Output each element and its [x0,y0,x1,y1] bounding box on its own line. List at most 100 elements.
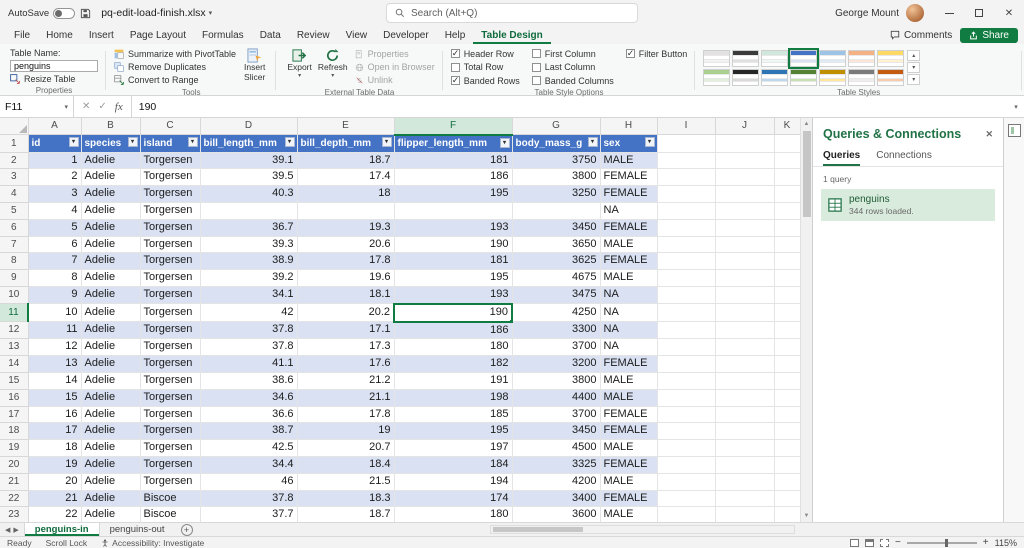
row-header-18[interactable]: 18 [0,423,28,440]
grid-cell[interactable]: 195 [394,270,512,287]
grid-cell[interactable]: Torgersen [140,304,200,322]
grid-cell[interactable] [657,286,715,303]
grid-cell[interactable]: 186 [394,322,512,339]
grid-cell[interactable]: 2 [28,169,81,186]
grid-cell[interactable]: 14 [28,372,81,389]
checkbox-box[interactable] [532,63,541,72]
grid-cell[interactable]: 4675 [512,270,600,287]
grid-cell[interactable]: 4200 [512,473,600,490]
grid-cell[interactable]: FEMALE [600,219,657,236]
grid-cell[interactable]: 38.9 [200,253,297,270]
grid-cell[interactable]: Torgersen [140,322,200,339]
grid-cell[interactable]: 37.7 [200,507,297,522]
grid-cell[interactable] [200,202,297,219]
grid-cell[interactable]: 195 [394,423,512,440]
table-style-thumbnail[interactable] [761,50,788,67]
row-header-23[interactable]: 23 [0,507,28,522]
grid-cell[interactable]: 4 [28,202,81,219]
grid-cell[interactable] [774,440,800,457]
grid-cell[interactable]: 4500 [512,440,600,457]
grid-cell[interactable] [715,135,774,152]
table-style-thumbnail[interactable] [761,69,788,86]
grid-cell[interactable] [715,322,774,339]
grid-cell[interactable]: 37.8 [200,490,297,507]
table-column-header-flipper-length-mm[interactable]: flipper_length_mm▾ [394,135,512,152]
grid-cell[interactable] [657,372,715,389]
grid-cell[interactable]: 18 [297,186,394,203]
grid-cell[interactable] [774,507,800,522]
row-header-3[interactable]: 3 [0,169,28,186]
expand-formula-bar-icon[interactable]: ▾ [1008,96,1024,117]
ribbon-tab-data[interactable]: Data [252,30,289,44]
grid-cell[interactable]: 17 [28,423,81,440]
resize-table-button[interactable]: Resize Table [10,74,98,84]
tab-queries[interactable]: Queries [823,146,860,166]
grid-cell[interactable]: 4400 [512,389,600,406]
grid-cell[interactable]: 7 [28,253,81,270]
column-header-K[interactable]: K [774,118,800,135]
grid-cell[interactable]: Torgersen [140,152,200,169]
grid-cell[interactable] [774,169,800,186]
grid-cell[interactable]: Torgersen [140,236,200,253]
normal-view-button[interactable] [850,539,859,547]
table-style-thumbnail[interactable] [790,69,817,86]
checkbox-first-column[interactable]: First Column [532,48,614,59]
row-header-6[interactable]: 6 [0,219,28,236]
grid-cell[interactable] [715,236,774,253]
grid-cell[interactable]: FEMALE [600,490,657,507]
grid-cell[interactable]: 182 [394,356,512,373]
table-column-header-bill-length-mm[interactable]: bill_length_mm▾ [200,135,297,152]
autosave-toggle[interactable]: AutoSave [8,8,75,19]
grid-cell[interactable]: Torgersen [140,423,200,440]
sheet-nav-left-icon[interactable]: ◀ [5,526,10,534]
grid-cell[interactable]: Torgersen [140,456,200,473]
column-header-C[interactable]: C [140,118,200,135]
grid-cell[interactable]: MALE [600,372,657,389]
grid-cell[interactable] [657,339,715,356]
vertical-scrollbar[interactable]: ▲ ▼ [800,118,812,522]
grid-cell[interactable] [657,473,715,490]
grid-cell[interactable]: Adelie [81,186,140,203]
ribbon-tab-insert[interactable]: Insert [81,30,122,44]
grid-cell[interactable]: 184 [394,456,512,473]
row-header-11[interactable]: 11 [0,304,28,322]
table-style-thumbnail[interactable] [819,69,846,86]
grid-cell[interactable] [715,456,774,473]
grid-cell[interactable]: 191 [394,372,512,389]
grid-cell[interactable]: Adelie [81,219,140,236]
grid-cell[interactable]: Torgersen [140,169,200,186]
grid-cell[interactable]: 21 [28,490,81,507]
row-header-14[interactable]: 14 [0,356,28,373]
grid-cell[interactable] [774,236,800,253]
scroll-up-icon[interactable]: ▲ [801,118,812,130]
zoom-slider[interactable] [907,542,977,544]
grid-cell[interactable] [657,507,715,522]
filter-button-icon[interactable]: ▾ [588,137,598,147]
page-layout-view-button[interactable] [865,539,874,547]
select-all-button[interactable] [0,118,28,135]
table-style-thumbnail[interactable] [703,69,730,86]
grid-cell[interactable]: Torgersen [140,202,200,219]
grid-cell[interactable]: 3450 [512,219,600,236]
grid-cell[interactable]: Adelie [81,456,140,473]
grid-cell[interactable]: Torgersen [140,339,200,356]
grid-cell[interactable] [715,304,774,322]
grid-cell[interactable]: 181 [394,152,512,169]
grid-cell[interactable]: 13 [28,356,81,373]
grid-cell[interactable]: Biscoe [140,507,200,522]
minimize-button[interactable] [934,0,964,26]
row-header-13[interactable]: 13 [0,339,28,356]
checkbox-filter-button[interactable]: Filter Button [626,48,688,59]
horizontal-scrollbar[interactable] [490,525,795,534]
ribbon-tab-home[interactable]: Home [38,30,81,44]
grid-cell[interactable] [657,152,715,169]
table-column-header-id[interactable]: id▾ [28,135,81,152]
grid-cell[interactable]: 9 [28,286,81,303]
row-header-9[interactable]: 9 [0,270,28,287]
grid-cell[interactable]: 3800 [512,169,600,186]
row-header-21[interactable]: 21 [0,473,28,490]
grid-cell[interactable]: FEMALE [600,356,657,373]
grid-cell[interactable]: 4250 [512,304,600,322]
chevron-down-icon[interactable]: ▾ [209,9,213,17]
grid-cell[interactable]: 17.6 [297,356,394,373]
